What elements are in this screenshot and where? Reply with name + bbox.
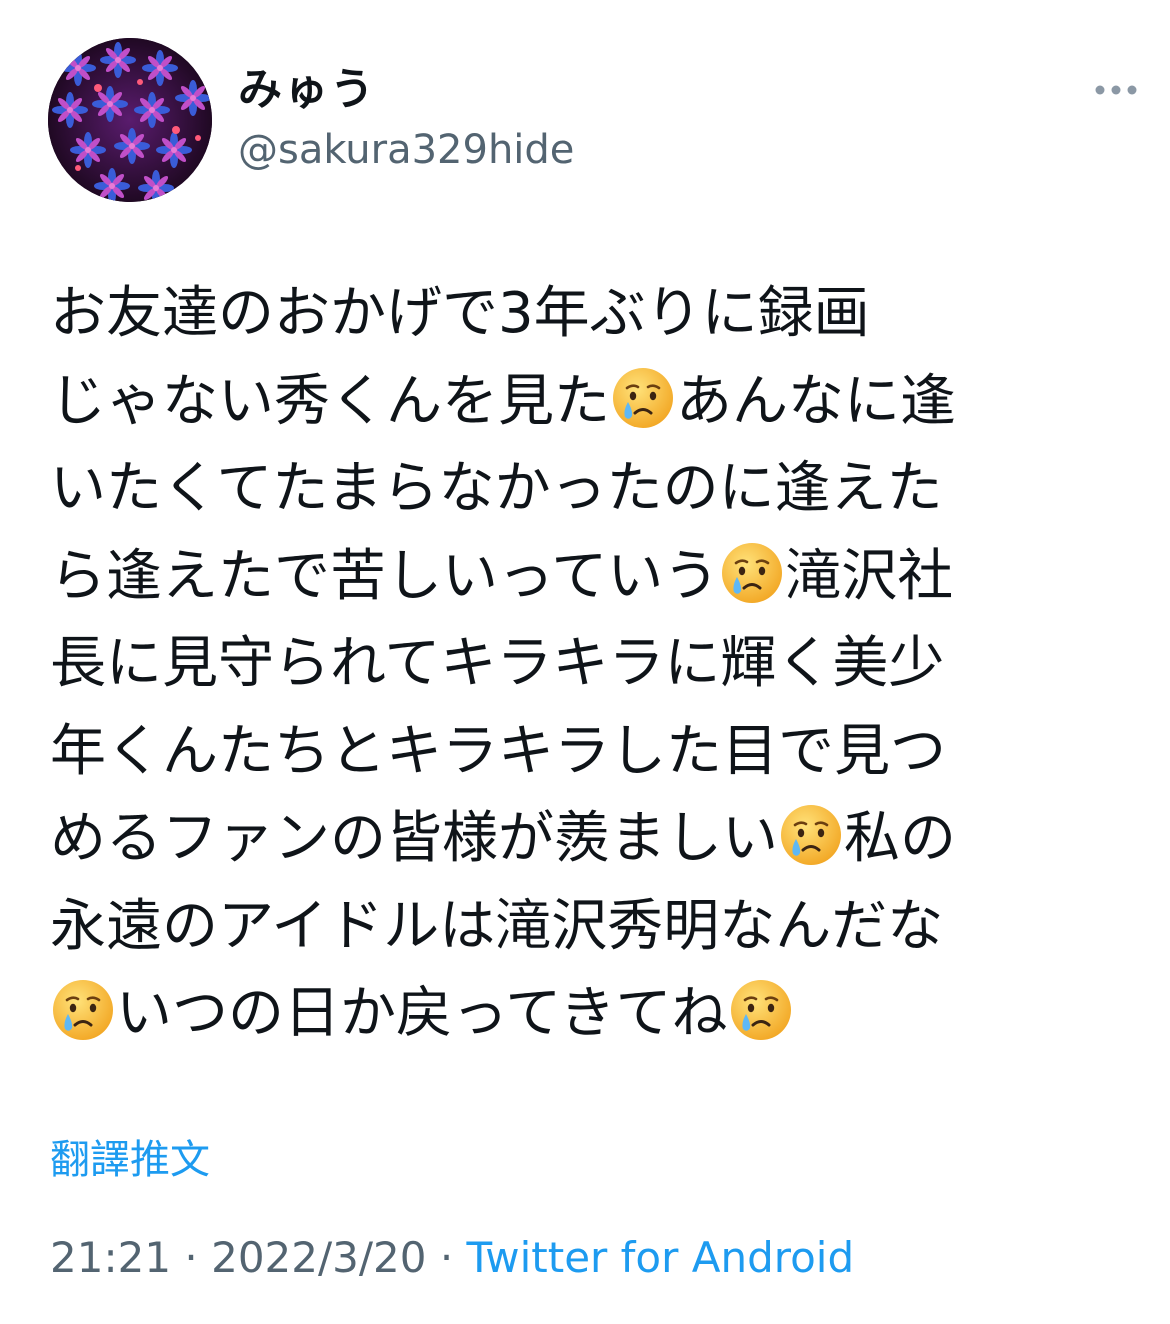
avatar-image: [48, 38, 212, 202]
tweet-time[interactable]: 21:21: [50, 1233, 171, 1282]
tweet-text: お友達のおかげで3年ぶりに録画 じゃない秀くんを見た あんなに逢 いたくてたまらな…: [50, 270, 1128, 1058]
crying-face-emoji: [722, 542, 783, 603]
tweet-detail: みゅう @sakura329hide お友達のおかげで3年ぶりに録画 じゃない秀…: [0, 0, 1170, 1324]
more-horizontal-icon: [1095, 85, 1137, 95]
tweet-meta: 21:21 · 2022/3/20 · Twitter for Android: [50, 1230, 854, 1286]
meta-separator: ·: [426, 1233, 467, 1282]
tweet-text-segment: いつの日か戻ってきてね: [116, 981, 728, 1046]
tweet-date[interactable]: 2022/3/20: [211, 1233, 426, 1282]
tweet-source-link[interactable]: Twitter for Android: [467, 1233, 855, 1282]
user-handle[interactable]: @sakura329hide: [238, 124, 574, 176]
crying-face-emoji: [613, 367, 673, 428]
crying-face-emoji: [730, 980, 791, 1040]
translate-tweet-link[interactable]: 翻譯推文: [50, 1132, 210, 1188]
meta-separator: ·: [171, 1233, 212, 1282]
avatar[interactable]: [48, 38, 212, 202]
display-name[interactable]: みゅう: [238, 62, 376, 118]
more-button[interactable]: [1092, 72, 1140, 108]
crying-face-emoji: [53, 980, 113, 1040]
crying-face-emoji: [781, 805, 841, 865]
